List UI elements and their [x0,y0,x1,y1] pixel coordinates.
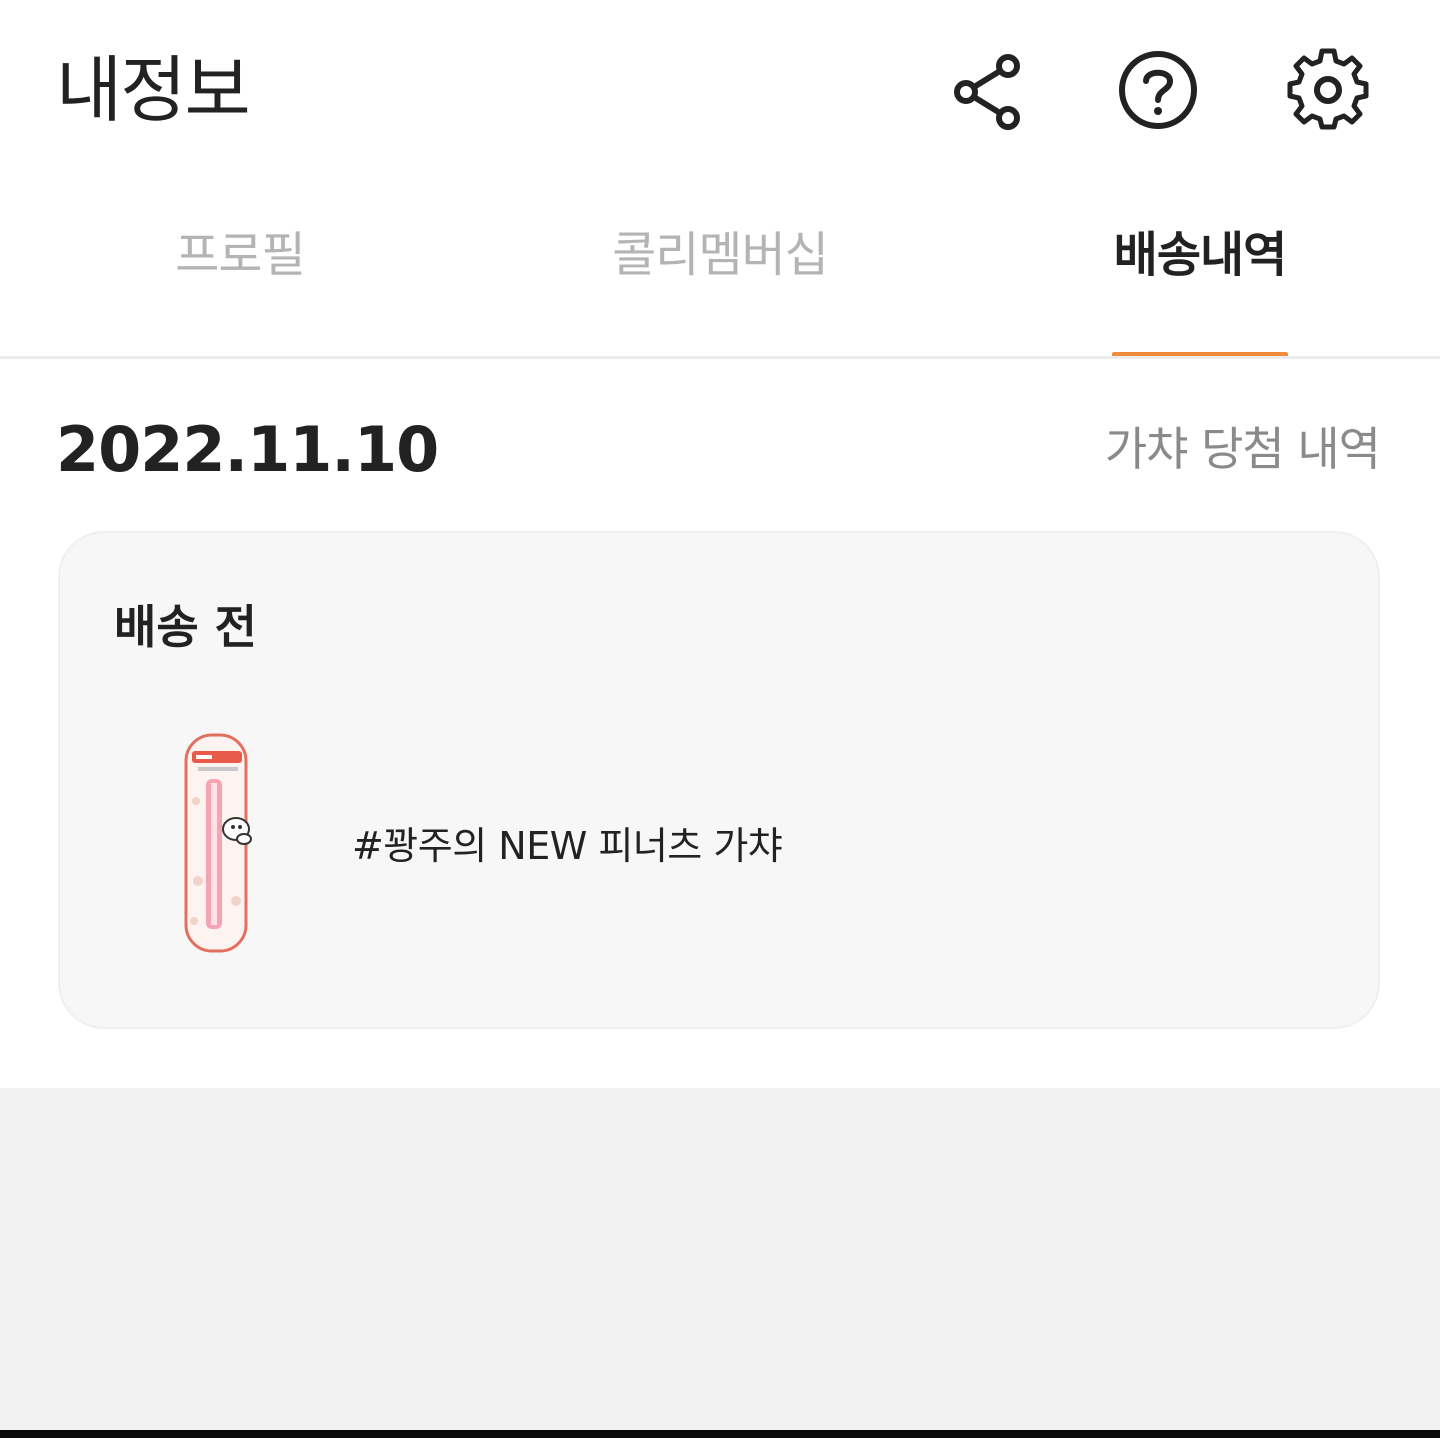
delivery-status: 배송 전 [114,600,257,654]
header: 내정보 [0,0,1440,180]
gacha-history-link[interactable]: 가챠 당첨 내역 [1105,414,1381,484]
product-name: #꽝주의 NEW 피너츠 가챠 [352,824,783,868]
product-image [184,733,252,953]
gear-icon [1287,48,1369,130]
bottom-edge [0,1430,1440,1438]
share-button[interactable] [946,48,1030,132]
tabs-divider [0,356,1440,359]
delivery-card[interactable]: 배송 전 #꽝주의 NEW 피너츠 가챠 [58,531,1380,1029]
order-date: 2022.11.10 [56,413,439,486]
tab-membership[interactable]: 콜리멤버십 [570,220,870,290]
settings-button[interactable] [1286,48,1370,132]
share-icon [954,54,1020,130]
tab-delivery[interactable]: 배송내역 [1050,220,1350,290]
help-button[interactable] [1116,48,1200,132]
page-title: 내정보 [56,48,251,132]
empty-area [0,1088,1440,1430]
page: 내정보 프로필 콜리멤버십 배송내역 2022.11.10 가챠 당첨 내역 배… [0,0,1440,1438]
help-icon [1119,51,1197,129]
tab-profile[interactable]: 프로필 [90,220,390,290]
tab-bar: 프로필 콜리멤버십 배송내역 [0,190,1440,360]
